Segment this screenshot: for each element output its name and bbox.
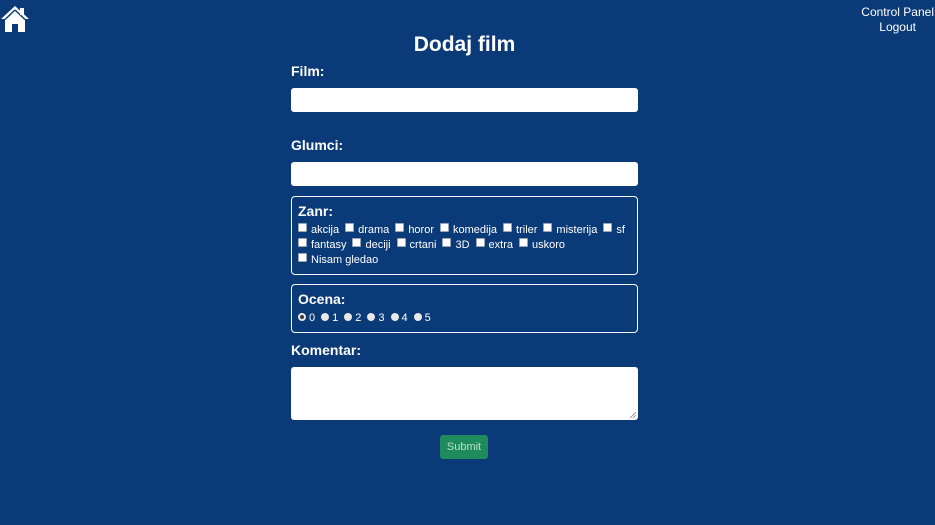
genre-checkbox[interactable] bbox=[442, 238, 452, 247]
komentar-textarea[interactable] bbox=[291, 367, 638, 420]
genre-checkbox[interactable] bbox=[603, 223, 613, 232]
genre-option[interactable]: akcija bbox=[298, 223, 339, 238]
genre-label: 3D bbox=[455, 239, 470, 251]
genre-label: sf bbox=[616, 224, 625, 236]
genre-checkbox[interactable] bbox=[352, 238, 362, 247]
genre-label: Nisam gledao bbox=[311, 254, 379, 266]
genre-fieldset: Zanr: akcija drama horor komedija triler mist… bbox=[291, 196, 638, 275]
genre-option[interactable]: Nisam gledao bbox=[298, 253, 378, 268]
rating-option[interactable]: 4 bbox=[390, 311, 408, 325]
genre-option[interactable]: misterija bbox=[543, 223, 597, 238]
rating-radio[interactable] bbox=[321, 313, 330, 321]
rating-label: 0 bbox=[309, 312, 316, 324]
rating-option[interactable]: 2 bbox=[344, 311, 361, 325]
genre-option[interactable]: triler bbox=[503, 223, 537, 238]
genre-option[interactable]: sf bbox=[603, 223, 625, 238]
home-icon[interactable] bbox=[0, 4, 30, 34]
rating-label: 1 bbox=[332, 312, 339, 324]
rating-label: 3 bbox=[378, 312, 385, 324]
genre-list: akcija drama horor komedija triler misterija s… bbox=[298, 223, 631, 268]
glumci-input[interactable] bbox=[291, 162, 638, 186]
genre-checkbox[interactable] bbox=[298, 253, 307, 262]
film-label: Film: bbox=[291, 63, 325, 79]
genre-option[interactable]: fantasy bbox=[298, 238, 346, 253]
rating-fieldset: Ocena: 0 1 2 3 4 5 bbox=[291, 284, 638, 333]
genre-label: uskoro bbox=[531, 239, 566, 251]
genre-label: deciji bbox=[365, 239, 391, 251]
genre-checkbox[interactable] bbox=[475, 238, 485, 247]
genre-checkbox[interactable] bbox=[543, 223, 553, 232]
genre-option[interactable]: extra bbox=[475, 238, 513, 253]
genre-label: triler bbox=[516, 224, 538, 236]
zanr-label: Zanr: bbox=[298, 203, 333, 219]
page-title: Dodaj film bbox=[413, 33, 516, 56]
submit-button[interactable]: Submit bbox=[440, 435, 488, 459]
film-input[interactable] bbox=[291, 88, 638, 112]
genre-label: akcija bbox=[311, 224, 340, 236]
rating-radio[interactable] bbox=[298, 313, 306, 321]
genre-label: misterija bbox=[556, 224, 598, 236]
rating-radio[interactable] bbox=[390, 313, 399, 321]
genre-checkbox[interactable] bbox=[503, 223, 513, 232]
genre-label: komedija bbox=[453, 224, 498, 236]
genre-label: horor bbox=[408, 224, 434, 236]
rating-label: 5 bbox=[424, 312, 431, 324]
genre-checkbox[interactable] bbox=[298, 238, 307, 247]
genre-checkbox[interactable] bbox=[518, 238, 528, 247]
control-panel-link[interactable]: Control Panel bbox=[861, 5, 934, 20]
genre-option[interactable]: komedija bbox=[440, 223, 497, 238]
genre-label: drama bbox=[358, 224, 390, 236]
ocena-label: Ocena: bbox=[298, 291, 346, 307]
rating-radio[interactable] bbox=[367, 313, 376, 321]
resize-grip-icon[interactable] bbox=[630, 412, 636, 418]
rating-radio[interactable] bbox=[413, 313, 422, 321]
genre-option[interactable]: uskoro bbox=[518, 238, 566, 253]
rating-list: 0 1 2 3 4 5 bbox=[298, 311, 631, 325]
rating-option[interactable]: 1 bbox=[321, 311, 338, 325]
genre-option[interactable]: deciji bbox=[352, 238, 391, 253]
genre-checkbox[interactable] bbox=[395, 223, 405, 232]
komentar-label: Komentar: bbox=[291, 342, 362, 358]
genre-checkbox[interactable] bbox=[345, 223, 355, 232]
genre-option[interactable]: crtani bbox=[396, 238, 437, 253]
top-nav: Control Panel Logout bbox=[861, 5, 934, 35]
genre-checkbox[interactable] bbox=[396, 238, 406, 247]
rating-option[interactable]: 5 bbox=[413, 311, 431, 325]
rating-radio[interactable] bbox=[344, 313, 353, 321]
genre-option[interactable]: 3D bbox=[442, 238, 470, 253]
genre-option[interactable]: horor bbox=[395, 223, 434, 238]
glumci-label: Glumci: bbox=[291, 137, 344, 153]
genre-label: crtani bbox=[409, 239, 437, 251]
genre-label: fantasy bbox=[311, 239, 347, 251]
rating-label: 2 bbox=[355, 312, 362, 324]
rating-label: 4 bbox=[401, 312, 408, 324]
genre-checkbox[interactable] bbox=[440, 223, 449, 232]
rating-option[interactable]: 3 bbox=[367, 311, 385, 325]
genre-option[interactable]: drama bbox=[345, 223, 389, 238]
rating-option[interactable]: 0 bbox=[298, 311, 315, 325]
genre-label: extra bbox=[488, 239, 513, 251]
genre-checkbox[interactable] bbox=[298, 223, 307, 232]
